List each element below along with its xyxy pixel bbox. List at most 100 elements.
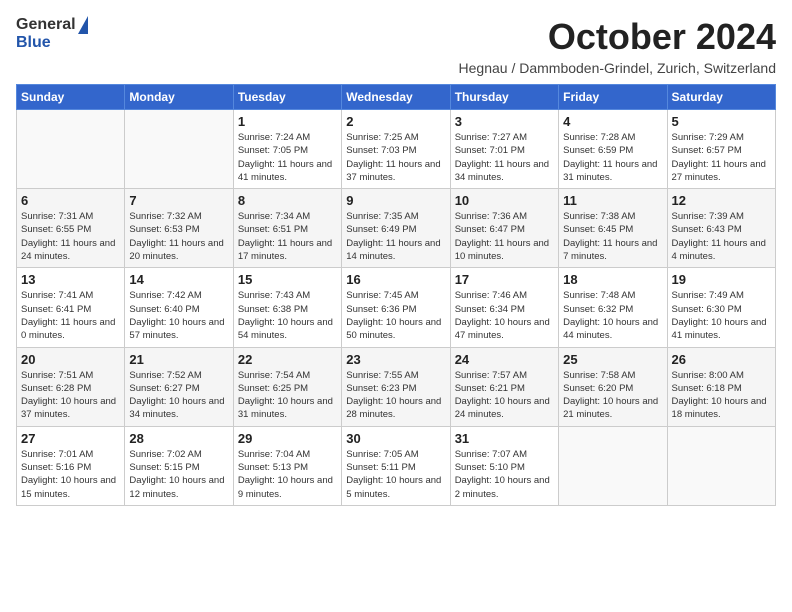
- day-number: 13: [21, 272, 120, 287]
- weekday-header-sunday: Sunday: [17, 85, 125, 110]
- day-number: 6: [21, 193, 120, 208]
- day-info: Sunrise: 7:54 AM Sunset: 6:25 PM Dayligh…: [238, 369, 337, 422]
- day-number: 12: [672, 193, 771, 208]
- day-number: 31: [455, 431, 554, 446]
- calendar-cell: 9 Sunrise: 7:35 AM Sunset: 6:49 PM Daylig…: [342, 189, 450, 268]
- calendar-cell: 23 Sunrise: 7:55 AM Sunset: 6:23 PM Dayli…: [342, 347, 450, 426]
- title-block: October 2024 Hegnau / Dammboden-Grindel,…: [459, 16, 776, 76]
- day-number: 8: [238, 193, 337, 208]
- calendar-cell: 7 Sunrise: 7:32 AM Sunset: 6:53 PM Daylig…: [125, 189, 233, 268]
- calendar-cell: 15 Sunrise: 7:43 AM Sunset: 6:38 PM Dayli…: [233, 268, 341, 347]
- day-info: Sunrise: 7:52 AM Sunset: 6:27 PM Dayligh…: [129, 369, 228, 422]
- day-number: 30: [346, 431, 445, 446]
- day-info: Sunrise: 7:43 AM Sunset: 6:38 PM Dayligh…: [238, 289, 337, 342]
- day-info: Sunrise: 7:25 AM Sunset: 7:03 PM Dayligh…: [346, 131, 445, 184]
- day-number: 10: [455, 193, 554, 208]
- day-number: 18: [563, 272, 662, 287]
- day-info: Sunrise: 7:32 AM Sunset: 6:53 PM Dayligh…: [129, 210, 228, 263]
- week-row-3: 13 Sunrise: 7:41 AM Sunset: 6:41 PM Dayli…: [17, 268, 776, 347]
- day-number: 15: [238, 272, 337, 287]
- weekday-header-monday: Monday: [125, 85, 233, 110]
- calendar-cell: 3Sunrise: 7:27 AM Sunset: 7:01 PM Daylig…: [450, 110, 558, 189]
- day-info: Sunrise: 7:02 AM Sunset: 5:15 PM Dayligh…: [129, 448, 228, 501]
- calendar-cell: 29 Sunrise: 7:04 AM Sunset: 5:13 PM Dayli…: [233, 426, 341, 505]
- calendar-cell: [125, 110, 233, 189]
- calendar-cell: 2 Sunrise: 7:25 AM Sunset: 7:03 PM Daylig…: [342, 110, 450, 189]
- day-number: 7: [129, 193, 228, 208]
- day-info: Sunrise: 7:05 AM Sunset: 5:11 PM Dayligh…: [346, 448, 445, 501]
- day-number: 23: [346, 352, 445, 367]
- calendar-cell: 19Sunrise: 7:49 AM Sunset: 6:30 PM Dayli…: [667, 268, 775, 347]
- calendar-cell: 25Sunrise: 7:58 AM Sunset: 6:20 PM Dayli…: [559, 347, 667, 426]
- day-info: Sunrise: 7:42 AM Sunset: 6:40 PM Dayligh…: [129, 289, 228, 342]
- calendar-cell: [559, 426, 667, 505]
- day-number: 26: [672, 352, 771, 367]
- calendar-cell: 18Sunrise: 7:48 AM Sunset: 6:32 PM Dayli…: [559, 268, 667, 347]
- location-title: Hegnau / Dammboden-Grindel, Zurich, Swit…: [459, 60, 776, 76]
- weekday-header-friday: Friday: [559, 85, 667, 110]
- day-number: 2: [346, 114, 445, 129]
- calendar-cell: [17, 110, 125, 189]
- day-number: 11: [563, 193, 662, 208]
- calendar-cell: 14 Sunrise: 7:42 AM Sunset: 6:40 PM Dayli…: [125, 268, 233, 347]
- weekday-header-tuesday: Tuesday: [233, 85, 341, 110]
- weekday-header-row: SundayMondayTuesdayWednesdayThursdayFrid…: [17, 85, 776, 110]
- calendar-cell: [667, 426, 775, 505]
- logo-blue: Blue: [16, 34, 51, 52]
- day-number: 24: [455, 352, 554, 367]
- day-number: 1: [238, 114, 337, 129]
- day-info: Sunrise: 7:36 AM Sunset: 6:47 PM Dayligh…: [455, 210, 554, 263]
- calendar-cell: 11 Sunrise: 7:38 AM Sunset: 6:45 PM Dayli…: [559, 189, 667, 268]
- day-info: Sunrise: 7:29 AM Sunset: 6:57 PM Dayligh…: [672, 131, 771, 184]
- day-info: Sunrise: 7:38 AM Sunset: 6:45 PM Dayligh…: [563, 210, 662, 263]
- logo: General Blue: [16, 16, 88, 52]
- day-info: Sunrise: 7:46 AM Sunset: 6:34 PM Dayligh…: [455, 289, 554, 342]
- calendar-cell: 20Sunrise: 7:51 AM Sunset: 6:28 PM Dayli…: [17, 347, 125, 426]
- weekday-header-saturday: Saturday: [667, 85, 775, 110]
- weekday-header-thursday: Thursday: [450, 85, 558, 110]
- calendar-cell: 24 Sunrise: 7:57 AM Sunset: 6:21 PM Dayli…: [450, 347, 558, 426]
- calendar-cell: 28 Sunrise: 7:02 AM Sunset: 5:15 PM Dayli…: [125, 426, 233, 505]
- day-number: 16: [346, 272, 445, 287]
- calendar-cell: 4 Sunrise: 7:28 AM Sunset: 6:59 PM Daylig…: [559, 110, 667, 189]
- page-header: General Blue October 2024 Hegnau / Dammb…: [16, 16, 776, 76]
- calendar-cell: 31 Sunrise: 7:07 AM Sunset: 5:10 PM Dayli…: [450, 426, 558, 505]
- calendar-cell: 1Sunrise: 7:24 AM Sunset: 7:05 PM Daylig…: [233, 110, 341, 189]
- day-info: Sunrise: 7:55 AM Sunset: 6:23 PM Dayligh…: [346, 369, 445, 422]
- day-info: Sunrise: 7:35 AM Sunset: 6:49 PM Dayligh…: [346, 210, 445, 263]
- day-info: Sunrise: 7:31 AM Sunset: 6:55 PM Dayligh…: [21, 210, 120, 263]
- calendar-cell: 6 Sunrise: 7:31 AM Sunset: 6:55 PM Daylig…: [17, 189, 125, 268]
- calendar-cell: 16 Sunrise: 7:45 AM Sunset: 6:36 PM Dayli…: [342, 268, 450, 347]
- calendar-cell: 21Sunrise: 7:52 AM Sunset: 6:27 PM Dayli…: [125, 347, 233, 426]
- calendar-cell: 12 Sunrise: 7:39 AM Sunset: 6:43 PM Dayli…: [667, 189, 775, 268]
- day-info: Sunrise: 7:39 AM Sunset: 6:43 PM Dayligh…: [672, 210, 771, 263]
- day-info: Sunrise: 7:57 AM Sunset: 6:21 PM Dayligh…: [455, 369, 554, 422]
- day-number: 22: [238, 352, 337, 367]
- week-row-2: 6 Sunrise: 7:31 AM Sunset: 6:55 PM Daylig…: [17, 189, 776, 268]
- day-info: Sunrise: 7:28 AM Sunset: 6:59 PM Dayligh…: [563, 131, 662, 184]
- day-info: Sunrise: 7:41 AM Sunset: 6:41 PM Dayligh…: [21, 289, 120, 342]
- month-title: October 2024: [459, 16, 776, 58]
- calendar-cell: 22 Sunrise: 7:54 AM Sunset: 6:25 PM Dayli…: [233, 347, 341, 426]
- calendar-cell: 26 Sunrise: 8:00 AM Sunset: 6:18 PM Dayli…: [667, 347, 775, 426]
- weekday-header-wednesday: Wednesday: [342, 85, 450, 110]
- day-number: 28: [129, 431, 228, 446]
- day-number: 29: [238, 431, 337, 446]
- logo-general: General: [16, 16, 76, 34]
- day-info: Sunrise: 7:07 AM Sunset: 5:10 PM Dayligh…: [455, 448, 554, 501]
- day-number: 9: [346, 193, 445, 208]
- calendar-cell: 30 Sunrise: 7:05 AM Sunset: 5:11 PM Dayli…: [342, 426, 450, 505]
- day-number: 27: [21, 431, 120, 446]
- logo-triangle-icon: [78, 16, 88, 34]
- day-number: 4: [563, 114, 662, 129]
- calendar-cell: 17Sunrise: 7:46 AM Sunset: 6:34 PM Dayli…: [450, 268, 558, 347]
- day-info: Sunrise: 7:51 AM Sunset: 6:28 PM Dayligh…: [21, 369, 120, 422]
- calendar-cell: 27Sunrise: 7:01 AM Sunset: 5:16 PM Dayli…: [17, 426, 125, 505]
- week-row-1: 1Sunrise: 7:24 AM Sunset: 7:05 PM Daylig…: [17, 110, 776, 189]
- week-row-5: 27Sunrise: 7:01 AM Sunset: 5:16 PM Dayli…: [17, 426, 776, 505]
- day-info: Sunrise: 7:04 AM Sunset: 5:13 PM Dayligh…: [238, 448, 337, 501]
- day-info: Sunrise: 8:00 AM Sunset: 6:18 PM Dayligh…: [672, 369, 771, 422]
- day-number: 14: [129, 272, 228, 287]
- calendar-table: SundayMondayTuesdayWednesdayThursdayFrid…: [16, 84, 776, 506]
- day-info: Sunrise: 7:45 AM Sunset: 6:36 PM Dayligh…: [346, 289, 445, 342]
